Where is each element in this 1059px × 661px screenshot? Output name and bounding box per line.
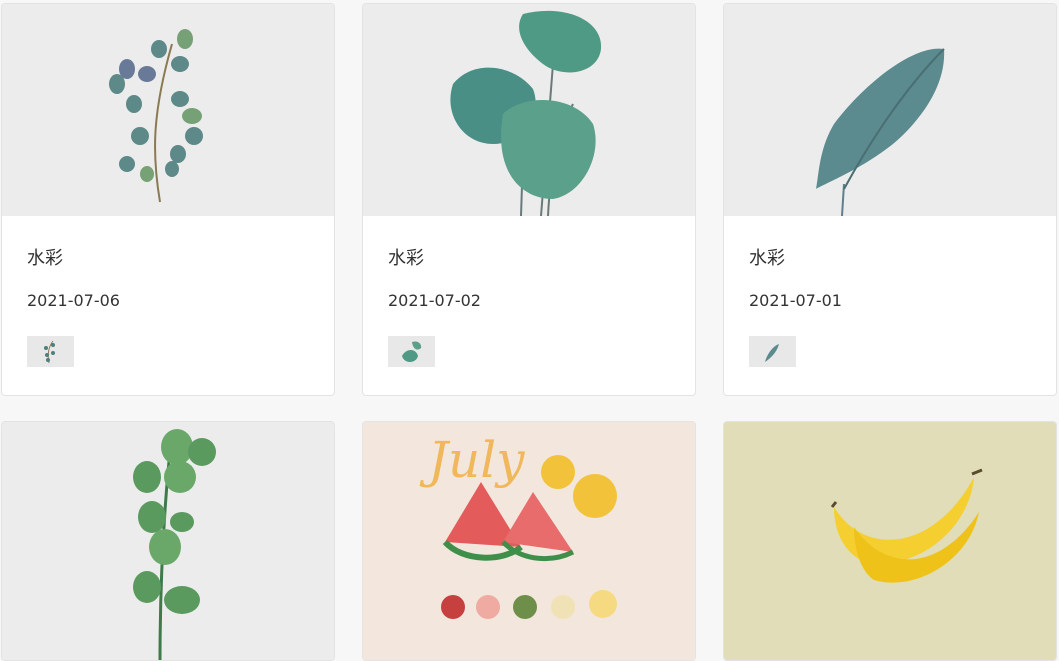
july-lettering: July	[419, 431, 525, 489]
thumbnail-image[interactable]	[27, 336, 74, 367]
thumbnail-image[interactable]	[749, 336, 796, 367]
card-date: 2021-07-01	[749, 291, 842, 310]
banana-leaf-image[interactable]	[724, 4, 1056, 216]
monstera-image[interactable]	[363, 4, 695, 216]
artwork-card[interactable]	[1, 421, 335, 661]
banana-image[interactable]	[724, 422, 1056, 660]
eucalyptus-stem-image[interactable]	[2, 422, 334, 660]
artwork-card[interactable]: July	[362, 421, 696, 661]
card-title[interactable]: 水彩	[27, 244, 63, 270]
july-watermelon-image[interactable]: July	[363, 422, 695, 660]
thumbnail-image[interactable]	[388, 336, 435, 367]
artwork-card[interactable]: 水彩 2021-07-02	[362, 3, 696, 396]
card-date: 2021-07-06	[27, 291, 120, 310]
artwork-card[interactable]	[723, 421, 1057, 661]
eucalyptus-image[interactable]	[2, 4, 334, 216]
artwork-card[interactable]: 水彩 2021-07-01	[723, 3, 1057, 396]
card-title[interactable]: 水彩	[749, 244, 785, 270]
card-grid: 水彩 2021-07-06 水彩 2021-07-02 水彩 2021-07-0…	[0, 0, 1059, 661]
artwork-card[interactable]: 水彩 2021-07-06	[1, 3, 335, 396]
card-date: 2021-07-02	[388, 291, 481, 310]
card-title[interactable]: 水彩	[388, 244, 424, 270]
